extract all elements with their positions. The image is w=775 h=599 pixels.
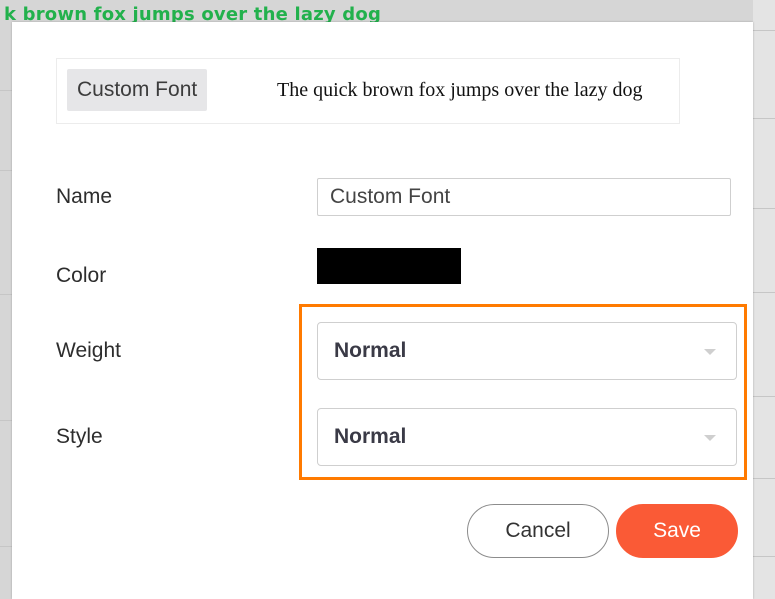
- divider: [753, 478, 775, 479]
- divider: [0, 420, 12, 421]
- divider: [753, 292, 775, 293]
- divider: [753, 396, 775, 397]
- font-sample-text: The quick brown fox jumps over the lazy …: [277, 79, 643, 101]
- weight-select[interactable]: Normal: [317, 322, 737, 380]
- name-label: Name: [56, 185, 113, 208]
- divider: [753, 556, 775, 557]
- divider: [0, 546, 12, 547]
- divider: [753, 118, 775, 119]
- font-name-tag: Custom Font: [67, 69, 208, 111]
- color-label: Color: [56, 264, 107, 287]
- chevron-down-icon: [704, 435, 716, 441]
- name-input[interactable]: Custom Font: [317, 178, 731, 216]
- color-picker[interactable]: [317, 248, 461, 284]
- divider: [753, 208, 775, 209]
- save-button[interactable]: Save: [616, 504, 738, 558]
- font-preview: Custom Font The quick brown fox jumps ov…: [56, 58, 680, 124]
- style-select-value: Normal: [334, 425, 407, 448]
- cancel-button[interactable]: Cancel: [467, 504, 609, 558]
- divider: [0, 294, 12, 295]
- divider: [0, 90, 12, 91]
- weight-select-value: Normal: [334, 339, 407, 362]
- background-right-panel: [753, 0, 775, 599]
- font-editor-dialog: Custom Font The quick brown fox jumps ov…: [12, 22, 753, 599]
- divider: [753, 30, 775, 31]
- style-label: Style: [56, 425, 103, 448]
- chevron-down-icon: [704, 349, 716, 355]
- weight-label: Weight: [56, 339, 121, 362]
- style-select[interactable]: Normal: [317, 408, 737, 466]
- divider: [0, 170, 12, 171]
